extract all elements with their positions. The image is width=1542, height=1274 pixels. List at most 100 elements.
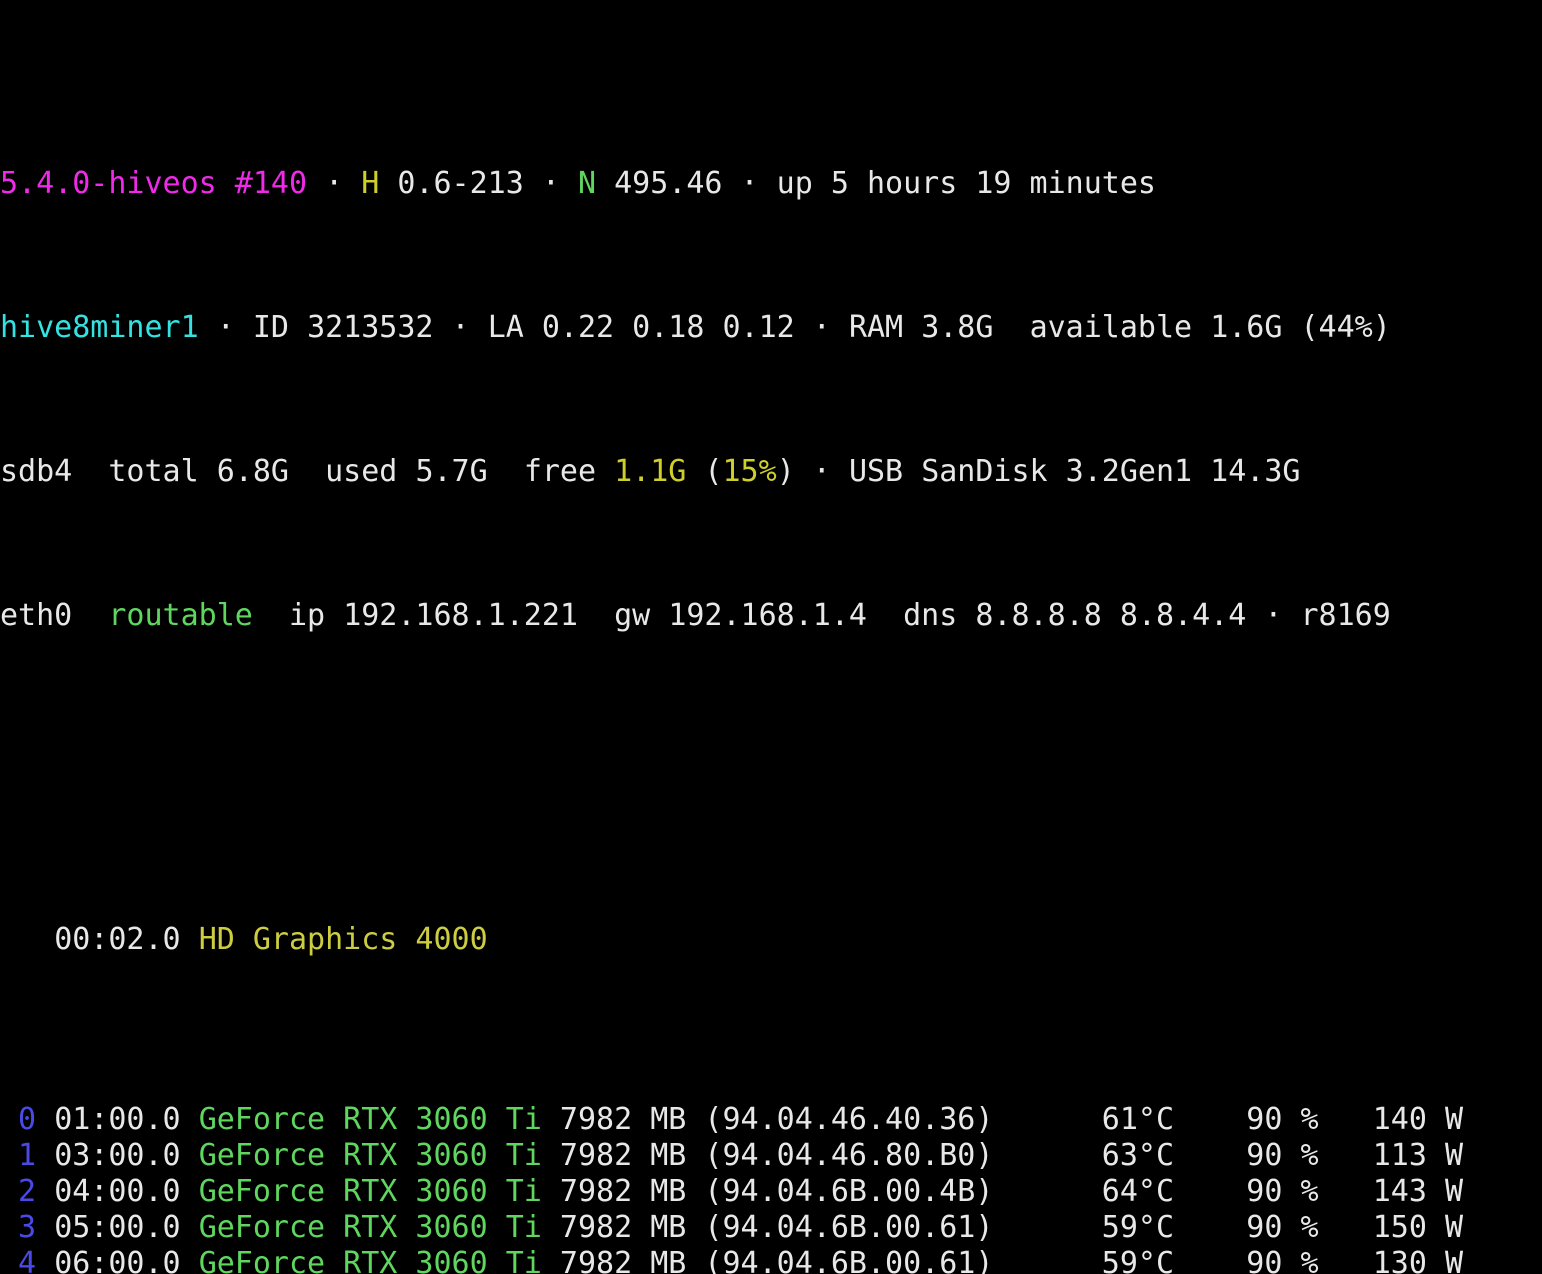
- gpu-index: 3: [0, 1210, 55, 1245]
- gpu-name: GeForce RTX 3060 Ti: [198, 1102, 560, 1137]
- gpu-temp: 63°C: [993, 1138, 1175, 1173]
- gpu-index: 1: [0, 1138, 55, 1173]
- gpu-fan: 90 %: [1174, 1138, 1319, 1173]
- usb-label: USB: [848, 454, 904, 489]
- ip-value: 192.168.1.221: [343, 598, 578, 633]
- gpu-vram: 7982 MB: [559, 1174, 705, 1209]
- gpu-uuid: (94.04.46.40.36): [704, 1102, 994, 1137]
- separator: ·: [794, 454, 849, 489]
- gpu-name: GeForce RTX 3060 Ti: [198, 1174, 560, 1209]
- gpu-power: 113 W: [1318, 1138, 1464, 1173]
- gpu-power: 140 W: [1318, 1102, 1464, 1137]
- terminal-screen[interactable]: 5.4.0-hiveos #140 · H 0.6-213 · N 495.46…: [0, 0, 1542, 1274]
- gpu-fan: 90 %: [1174, 1102, 1319, 1137]
- disk-used-label: used: [325, 454, 398, 489]
- disk-used-value: 5.7G: [415, 454, 488, 489]
- hostname: hive8miner1: [0, 310, 199, 345]
- ip-label: ip: [289, 598, 326, 633]
- igpu-row: 00:02.0 HD Graphics 4000: [0, 922, 1542, 958]
- load-average-label: LA: [487, 310, 524, 345]
- gpu-fan: 90 %: [1174, 1174, 1319, 1209]
- gpu-uuid: (94.04.46.80.B0): [704, 1138, 994, 1173]
- gateway-value: 192.168.1.4: [668, 598, 867, 633]
- hive-label: H: [361, 166, 380, 201]
- nvidia-label: N: [577, 166, 597, 201]
- ram-available-label: available: [1029, 310, 1193, 345]
- gpu-row: 3 05:00.0 GeForce RTX 3060 Ti 7982 MB (9…: [0, 1210, 1542, 1246]
- ram-total: 3.8G: [921, 310, 994, 345]
- separator: ·: [722, 166, 777, 201]
- disk-total-value: 6.8G: [216, 454, 289, 489]
- network-driver: r8169: [1300, 598, 1391, 633]
- ram-available-value: 1.6G (44%): [1210, 310, 1391, 345]
- disk-free-label: free: [523, 454, 597, 489]
- igpu-name: HD Graphics 4000: [198, 922, 488, 957]
- separator: ·: [1246, 598, 1301, 633]
- gpu-power: 150 W: [1318, 1210, 1464, 1245]
- gpu-bus-id: 04:00.0: [54, 1174, 199, 1209]
- gpu-temp: 59°C: [993, 1210, 1175, 1245]
- network-state: routable: [108, 598, 253, 633]
- gpu-temp: 61°C: [993, 1102, 1175, 1137]
- separator: ·: [523, 166, 578, 201]
- rig-id-value: 3213532: [307, 310, 434, 345]
- gpu-temp: 59°C: [993, 1246, 1175, 1274]
- gpu-vram: 7982 MB: [559, 1138, 705, 1173]
- gpu-bus-id: 06:00.0: [54, 1246, 199, 1274]
- gpu-row: 4 06:00.0 GeForce RTX 3060 Ti 7982 MB (9…: [0, 1246, 1542, 1274]
- gpu-row: 1 03:00.0 GeForce RTX 3060 Ti 7982 MB (9…: [0, 1138, 1542, 1174]
- gpu-bus-id: 01:00.0: [54, 1102, 199, 1137]
- gpu-temp: 64°C: [993, 1174, 1175, 1209]
- network-interface: eth0: [0, 598, 73, 633]
- igpu-bus-id: 00:02.0: [54, 922, 181, 957]
- usb-value: SanDisk 3.2Gen1 14.3G: [921, 454, 1301, 489]
- gpu-power: 130 W: [1318, 1246, 1464, 1274]
- paren-open: (: [686, 454, 723, 489]
- nvidia-version: 495.46: [614, 166, 723, 201]
- gpu-uuid: (94.04.6B.00.61): [704, 1210, 994, 1245]
- dns-label: dns: [903, 598, 958, 633]
- ram-label: RAM: [848, 310, 904, 345]
- gpu-bus-id: 05:00.0: [54, 1210, 199, 1245]
- separator: ·: [307, 166, 362, 201]
- separator: ·: [794, 310, 849, 345]
- load-average-value: 0.22 0.18 0.12: [541, 310, 795, 345]
- separator: ·: [198, 310, 253, 345]
- gpu-uuid: (94.04.6B.00.4B): [704, 1174, 994, 1209]
- igpu-index: [0, 922, 54, 957]
- gpu-vram: 7982 MB: [559, 1210, 705, 1245]
- hive-version: 0.6-213: [397, 166, 524, 201]
- kernel-info-line: 5.4.0-hiveos #140 · H 0.6-213 · N 495.46…: [0, 166, 1542, 202]
- disk-free-percent: 15%: [722, 454, 777, 489]
- gpu-row: 0 01:00.0 GeForce RTX 3060 Ti 7982 MB (9…: [0, 1102, 1542, 1138]
- gpu-table: 0 01:00.0 GeForce RTX 3060 Ti 7982 MB (9…: [0, 1102, 1542, 1274]
- gpu-vram: 7982 MB: [559, 1102, 705, 1137]
- disk-free-value: 1.1G: [614, 454, 687, 489]
- network-info-line: eth0 routable ip 192.168.1.221 gw 192.16…: [0, 598, 1542, 634]
- gpu-fan: 90 %: [1174, 1246, 1319, 1274]
- disk-total-label: total: [108, 454, 199, 489]
- disk-device: sdb4: [0, 454, 73, 489]
- host-info-line: hive8miner1 · ID 3213532 · LA 0.22 0.18 …: [0, 310, 1542, 346]
- gpu-power: 143 W: [1318, 1174, 1464, 1209]
- gpu-name: GeForce RTX 3060 Ti: [198, 1246, 560, 1274]
- gpu-name: GeForce RTX 3060 Ti: [198, 1210, 560, 1245]
- gpu-fan: 90 %: [1174, 1210, 1319, 1245]
